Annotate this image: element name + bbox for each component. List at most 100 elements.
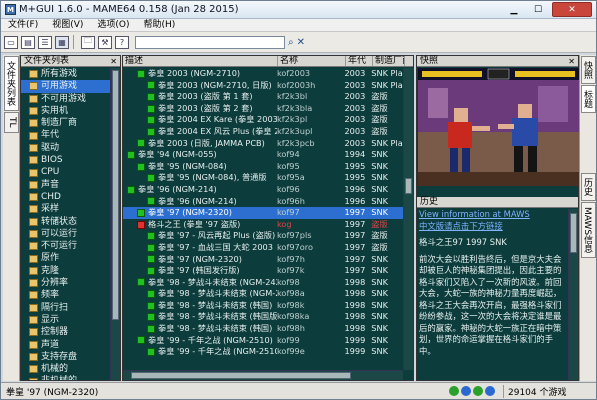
- game-row[interactable]: 拳皇 2004 EX Kare (拳皇 2003 盗版)kf2k3pl 2003 盗…: [123, 114, 403, 126]
- game-romname: kof97pls: [276, 230, 312, 241]
- menu-help[interactable]: 帮助(H): [137, 19, 183, 31]
- col-description[interactable]: 描述: [123, 56, 278, 66]
- folder-item[interactable]: 克隆: [21, 265, 110, 277]
- folder-item[interactable]: 制造厂商: [21, 117, 110, 129]
- search-icon[interactable]: ⌕: [288, 37, 294, 48]
- view-details-icon[interactable]: ▦: [55, 35, 69, 49]
- col-year[interactable]: 年代: [346, 56, 373, 66]
- folder-icon: [29, 254, 38, 263]
- game-row[interactable]: 拳皇 2003 (日版, JAMMA PCB) kf2k3pcb 2003 SNK P…: [123, 138, 403, 150]
- maws-link[interactable]: View information at MAWS: [419, 209, 530, 219]
- folder-item[interactable]: 声音: [21, 179, 110, 191]
- folder-item[interactable]: CPU: [21, 166, 110, 178]
- game-row[interactable]: 拳皇 '95 (NGM-084), 普通版 kof95a 1995 SNK: [123, 172, 403, 184]
- folder-item[interactable]: 转储状态: [21, 216, 110, 228]
- game-row[interactable]: 拳皇 '97 (NGM-2320) kof97 1997 SNK: [123, 207, 403, 219]
- game-status-icon: [147, 266, 155, 275]
- game-row[interactable]: 拳皇 '96 (NGM-214) kof96 1996 SNK: [123, 184, 403, 196]
- close-button[interactable]: ✕: [552, 2, 592, 17]
- folder-icon: [29, 328, 38, 337]
- tab-folder-list[interactable]: 文件夹列表: [4, 56, 19, 111]
- tab-tl[interactable]: TL: [4, 112, 19, 133]
- col-name[interactable]: 名称: [278, 56, 346, 66]
- chinese-link[interactable]: 中文版请点击下方链接: [419, 221, 503, 231]
- folder-item[interactable]: 支持存盘: [21, 351, 110, 363]
- game-year: 1997: [344, 253, 366, 264]
- game-row[interactable]: 拳皇 '99 - 千年之战 (NGM-2510) kof99e 1999 SNK: [123, 346, 403, 358]
- folder-item[interactable]: 机械的: [21, 363, 110, 375]
- game-row[interactable]: 拳皇 2003 (盗版 第 1 套) kf2k3bl 2003 盗版: [123, 91, 403, 103]
- folder-item[interactable]: 原作: [21, 252, 110, 264]
- help-icon[interactable]: ?: [115, 35, 129, 49]
- folder-item[interactable]: 频率: [21, 289, 110, 301]
- folder-item[interactable]: 显示: [21, 314, 110, 326]
- tab-snapshot[interactable]: 快照: [581, 56, 596, 84]
- menu-view[interactable]: 视图(V): [45, 19, 90, 31]
- folder-icon: [29, 193, 38, 202]
- game-row[interactable]: 拳皇 '97 (韩国发行版) kof97k 1997 SNK: [123, 265, 403, 277]
- close-snapshot-icon[interactable]: ✕: [568, 56, 575, 67]
- game-row[interactable]: 拳皇 '98 - 梦战斗未结束 (NGM-2420) kof98 1998 SNK: [123, 277, 403, 289]
- folder-item[interactable]: 年代: [21, 129, 110, 141]
- game-row[interactable]: 拳皇 2003 (NGM-2710, 日版) kof2003h 2003 SNK Pl…: [123, 80, 403, 92]
- game-row[interactable]: 拳皇 '98 - 梦战斗未结束 (韩国版) kof98ka 1998 SNK: [123, 311, 403, 323]
- tab-maws[interactable]: MAWS信息: [581, 202, 596, 259]
- game-row[interactable]: 拳皇 '97 - 血战三国 大蛇 2003 kof97oro 1997 盗版: [123, 242, 403, 254]
- tab-history[interactable]: 历史: [581, 173, 596, 201]
- folder-item[interactable]: 不可用游戏: [21, 93, 110, 105]
- game-row[interactable]: 拳皇 '99 - 千年之战 (NGM-2510) kof99 1999 SNK: [123, 335, 403, 347]
- game-row[interactable]: 拳皇 2003 (盗版 第 2 套) kf2k3bla 2003 盗版: [123, 103, 403, 115]
- folder-item[interactable]: 采样: [21, 203, 110, 215]
- folder-item[interactable]: 所有游戏: [21, 68, 110, 80]
- game-row[interactable]: 拳皇 2004 EX 风云 Plus (拳皇 2003 盗版)kf2k3upl 2…: [123, 126, 403, 138]
- folder-item[interactable]: 不可运行: [21, 240, 110, 252]
- game-row[interactable]: 拳皇 '97 - 风云再起 Plus (盗版) kof97pls 1997 盗版: [123, 230, 403, 242]
- game-manufacturer: SNK: [371, 276, 388, 287]
- minimize-button[interactable]: ▁: [502, 2, 526, 17]
- game-year: 1998: [344, 323, 366, 334]
- game-list-hscrollbar[interactable]: [123, 370, 403, 380]
- game-row[interactable]: 拳皇 '98 - 梦战斗未结束 (NGM-2420)kof98a 1998 SNK: [123, 288, 403, 300]
- folder-item[interactable]: 实用机: [21, 105, 110, 117]
- search-input[interactable]: [135, 35, 285, 49]
- history-scrollbar[interactable]: [568, 209, 578, 380]
- folder-item[interactable]: 驱动: [21, 142, 110, 154]
- folder-item[interactable]: 隔行扫: [21, 302, 110, 314]
- game-row[interactable]: 拳皇 '97 (NGM-2320) kof97h 1997 SNK: [123, 254, 403, 266]
- view-list-icon[interactable]: ☰: [38, 35, 52, 49]
- tab-title[interactable]: 标题: [581, 85, 596, 113]
- folder-item[interactable]: BIOS: [21, 154, 110, 166]
- game-row[interactable]: 格斗之王 (拳皇 '97 盗版) kog 1997 盗版: [123, 219, 403, 231]
- info-pane: 快照 ✕ 历史 View information at MAWS 中文版请点击下…: [416, 55, 579, 381]
- settings-wrench-icon[interactable]: ⚒: [98, 35, 112, 49]
- game-row[interactable]: 拳皇 '98 - 梦战斗未结束 (韩国) kof98k 1998 SNK: [123, 300, 403, 312]
- game-row[interactable]: 拳皇 2003 (NGM-2710) kof2003 2003 SNK Playm: [123, 68, 403, 80]
- clear-search-icon[interactable]: ✕: [297, 37, 305, 48]
- col-manufacturer[interactable]: 制造厂商: [373, 56, 405, 66]
- folder-item[interactable]: 可以运行: [21, 228, 110, 240]
- game-status-icon: [147, 301, 155, 310]
- folder-item[interactable]: CHD: [21, 191, 110, 203]
- folder-icon[interactable]: 🗀: [81, 35, 95, 49]
- folder-scrollbar[interactable]: [110, 68, 120, 380]
- game-row[interactable]: 拳皇 '94 (NGM-055) kof94 1994 SNK: [123, 149, 403, 161]
- game-year: 1997: [344, 241, 366, 252]
- game-romname: kof96: [276, 183, 300, 194]
- folder-item[interactable]: 声道: [21, 339, 110, 351]
- menu-options[interactable]: 选项(O): [90, 19, 136, 31]
- close-pane-icon[interactable]: ✕: [110, 56, 117, 67]
- menu-file[interactable]: 文件(F): [1, 19, 45, 31]
- game-description: 拳皇 '97 (韩国发行版): [158, 265, 240, 276]
- view-small-icons-icon[interactable]: ▤: [21, 35, 35, 49]
- folder-item[interactable]: 控制器: [21, 326, 110, 338]
- game-row[interactable]: 拳皇 '96 (NGM-214) kof96h 1996 SNK: [123, 196, 403, 208]
- game-manufacturer: 盗版: [371, 218, 388, 229]
- game-list-vscrollbar[interactable]: [403, 68, 413, 370]
- view-large-icons-icon[interactable]: ▭: [4, 35, 18, 49]
- game-row[interactable]: 拳皇 '95 (NGM-084) kof95 1995 SNK: [123, 161, 403, 173]
- folder-item[interactable]: 可用游戏: [21, 80, 110, 93]
- maximize-button[interactable]: ☐: [526, 2, 550, 17]
- folder-item[interactable]: 分辨率: [21, 277, 110, 289]
- game-row[interactable]: 拳皇 '98 - 梦战斗未结束 (韩国) kof98h 1998 SNK: [123, 323, 403, 335]
- folder-item[interactable]: 非机械的: [21, 375, 110, 380]
